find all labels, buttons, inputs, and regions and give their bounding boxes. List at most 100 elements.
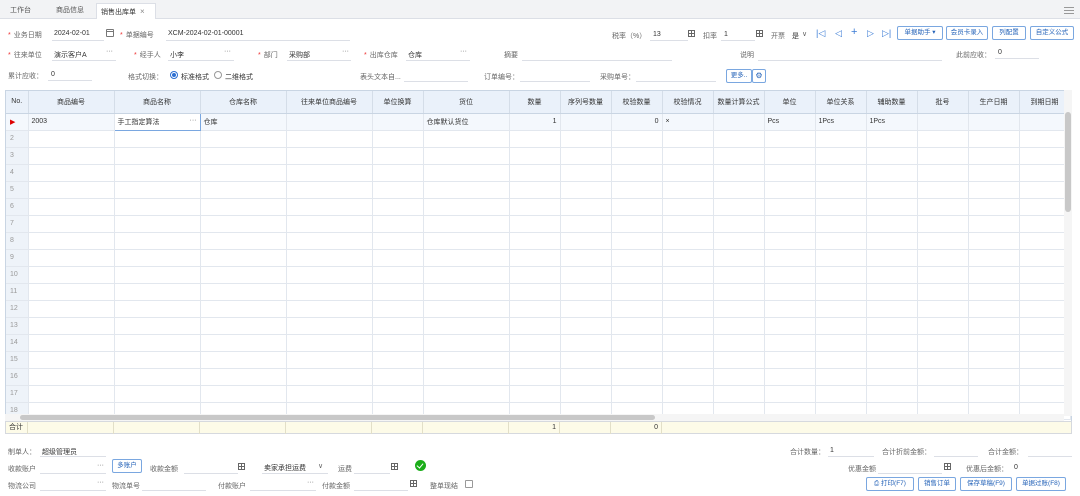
table-cell[interactable] <box>28 147 115 165</box>
table-cell[interactable] <box>114 300 201 318</box>
calculator-icon[interactable] <box>238 463 245 470</box>
table-cell[interactable] <box>968 198 1020 216</box>
table-cell[interactable] <box>114 181 201 199</box>
table-cell[interactable] <box>200 147 287 165</box>
table-cell[interactable] <box>114 164 201 182</box>
table-cell[interactable] <box>968 368 1020 386</box>
table-cell[interactable] <box>114 232 201 250</box>
pay-amount-field[interactable] <box>354 490 408 491</box>
column-header[interactable]: 到期日期 <box>1019 91 1071 114</box>
table-cell[interactable]: 0 <box>611 113 663 131</box>
table-cell[interactable] <box>815 164 867 182</box>
settings-icon[interactable]: ⚙ <box>752 69 766 83</box>
table-cell[interactable] <box>662 198 714 216</box>
table-cell[interactable] <box>509 385 561 403</box>
table-row[interactable]: 14 <box>6 334 1071 352</box>
table-cell[interactable] <box>560 385 612 403</box>
table-cell[interactable] <box>815 249 867 267</box>
table-cell[interactable] <box>114 130 201 148</box>
table-cell[interactable] <box>423 283 510 301</box>
freight-mode-select[interactable]: 卖家承担运费 <box>264 463 306 473</box>
table-cell[interactable] <box>917 334 969 352</box>
table-cell[interactable] <box>372 232 424 250</box>
table-cell[interactable] <box>713 232 765 250</box>
table-cell[interactable] <box>662 130 714 148</box>
table-cell[interactable] <box>423 130 510 148</box>
table-cell[interactable] <box>866 283 918 301</box>
column-header[interactable]: 校验情况 <box>662 91 714 114</box>
table-cell[interactable] <box>286 317 373 335</box>
table-cell[interactable] <box>713 351 765 369</box>
horizontal-scrollbar[interactable] <box>5 414 1064 421</box>
table-cell[interactable] <box>372 368 424 386</box>
table-cell[interactable] <box>509 181 561 199</box>
table-cell[interactable] <box>372 113 424 131</box>
column-header[interactable]: 货位 <box>423 91 510 114</box>
table-cell[interactable] <box>114 334 201 352</box>
table-cell[interactable] <box>200 164 287 182</box>
table-cell[interactable] <box>662 351 714 369</box>
desc-field[interactable] <box>758 60 942 61</box>
calculator-icon[interactable] <box>410 480 417 487</box>
table-cell[interactable] <box>200 283 287 301</box>
recv-acct-field[interactable] <box>40 473 106 474</box>
table-cell[interactable] <box>286 283 373 301</box>
table-cell[interactable] <box>286 300 373 318</box>
table-cell[interactable] <box>1019 385 1071 403</box>
more-icon[interactable]: ··· <box>97 462 104 469</box>
multi-account-button[interactable]: 多账户 <box>112 459 142 473</box>
table-cell[interactable] <box>968 300 1020 318</box>
table-cell[interactable] <box>611 317 663 335</box>
table-cell[interactable] <box>611 232 663 250</box>
table-cell[interactable] <box>917 317 969 335</box>
table-cell[interactable] <box>713 283 765 301</box>
table-cell[interactable] <box>713 300 765 318</box>
table-cell[interactable] <box>114 198 201 216</box>
table-cell[interactable] <box>1019 266 1071 284</box>
table-cell[interactable] <box>372 351 424 369</box>
table-cell[interactable] <box>200 198 287 216</box>
table-cell[interactable] <box>815 130 867 148</box>
table-cell[interactable] <box>286 232 373 250</box>
table-cell[interactable] <box>560 147 612 165</box>
table-cell[interactable] <box>114 249 201 267</box>
table-row[interactable]: 5 <box>6 181 1071 199</box>
table-cell[interactable] <box>968 351 1020 369</box>
tax-field[interactable]: 13 <box>653 31 661 38</box>
table-cell[interactable] <box>423 198 510 216</box>
table-cell[interactable] <box>866 198 918 216</box>
column-header[interactable]: 往来单位商品编号 <box>286 91 373 114</box>
freight-field[interactable] <box>354 473 390 474</box>
table-cell[interactable] <box>611 300 663 318</box>
table-cell[interactable] <box>764 147 816 165</box>
table-cell[interactable] <box>1019 164 1071 182</box>
table-cell[interactable] <box>509 300 561 318</box>
more-icon[interactable]: ··· <box>190 117 197 124</box>
table-cell[interactable] <box>713 215 765 233</box>
table-cell[interactable] <box>28 351 115 369</box>
table-cell[interactable] <box>1019 283 1071 301</box>
table-cell[interactable] <box>509 317 561 335</box>
table-cell[interactable] <box>815 334 867 352</box>
table-cell[interactable] <box>968 113 1020 131</box>
table-cell[interactable] <box>968 215 1020 233</box>
table-cell[interactable] <box>200 368 287 386</box>
more-icon[interactable]: ··· <box>224 48 231 55</box>
table-row[interactable]: 11 <box>6 283 1071 301</box>
prev-icon[interactable]: ◁ <box>835 29 842 38</box>
table-cell[interactable] <box>917 300 969 318</box>
table-cell[interactable] <box>286 385 373 403</box>
table-cell[interactable] <box>372 317 424 335</box>
table-cell[interactable] <box>611 147 663 165</box>
table-cell[interactable] <box>509 283 561 301</box>
table-cell[interactable] <box>509 147 561 165</box>
table-cell[interactable] <box>200 181 287 199</box>
table-cell[interactable]: Pcs <box>764 113 816 131</box>
table-cell[interactable] <box>662 334 714 352</box>
table-cell[interactable] <box>200 266 287 284</box>
table-cell[interactable] <box>28 334 115 352</box>
table-cell[interactable] <box>509 351 561 369</box>
table-cell[interactable] <box>764 249 816 267</box>
table-cell[interactable] <box>815 232 867 250</box>
table-cell[interactable] <box>286 198 373 216</box>
